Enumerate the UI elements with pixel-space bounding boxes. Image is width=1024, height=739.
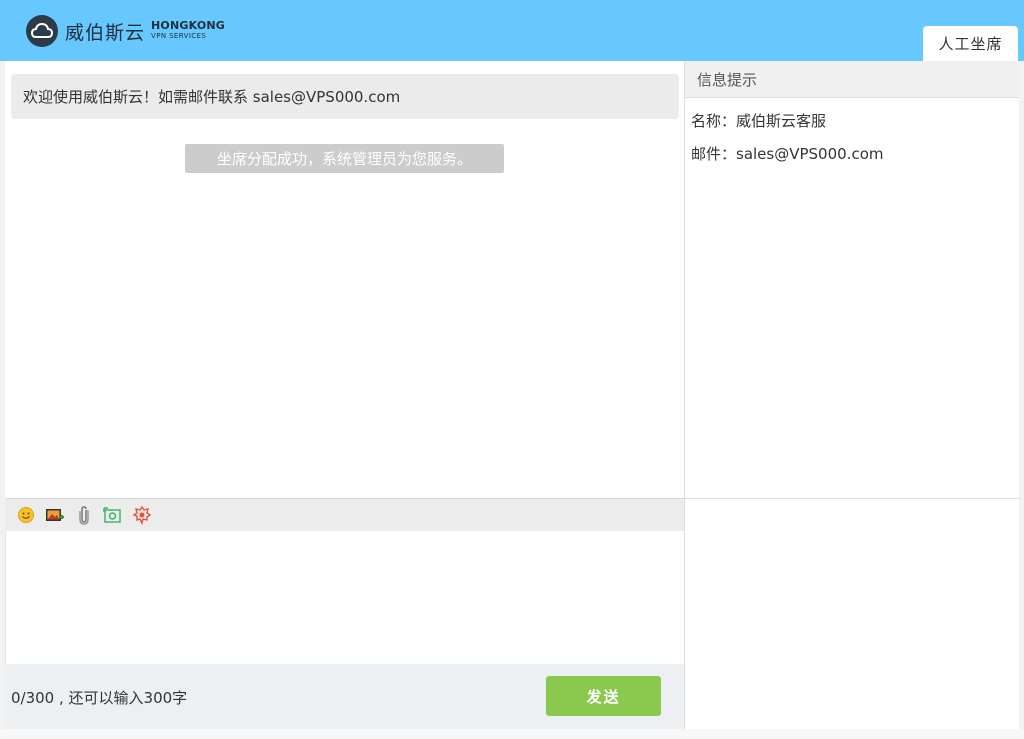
- brand-subtitle: HONGKONG VPN SERVICES: [151, 19, 226, 41]
- bottom-frame: [0, 729, 1024, 739]
- rate-icon[interactable]: [132, 505, 152, 525]
- attachment-icon[interactable]: [74, 505, 94, 525]
- char-counter: 0/300 , 还可以输入300字: [11, 689, 188, 707]
- message-input[interactable]: [6, 531, 684, 664]
- cloud-logo-icon: [26, 15, 58, 47]
- info-panel-title: 信息提示: [685, 61, 1019, 98]
- image-icon[interactable]: [45, 505, 65, 525]
- chat-panel: 欢迎使用威伯斯云！如需邮件联系 sales@VPS000.com 坐席分配成功，…: [5, 61, 685, 729]
- message-list[interactable]: 欢迎使用威伯斯云！如需邮件联系 sales@VPS000.com 坐席分配成功，…: [5, 61, 685, 498]
- composer-toolbar: [5, 498, 685, 531]
- message-input-area[interactable]: [5, 531, 685, 664]
- screenshot-icon[interactable]: [103, 505, 123, 525]
- welcome-text: 欢迎使用威伯斯云！如需邮件联系 sales@VPS000.com: [23, 88, 401, 106]
- header-bar: 威伯斯云 HONGKONG VPN SERVICES 人工坐席: [0, 0, 1024, 61]
- brand-name: 威伯斯云: [65, 21, 146, 44]
- brand-logo: 威伯斯云 HONGKONG VPN SERVICES: [26, 15, 225, 47]
- info-title: 信息提示: [697, 70, 758, 89]
- tab-human-agent[interactable]: 人工坐席: [923, 26, 1018, 61]
- brand-sub-line1: HONGKONG: [151, 19, 226, 32]
- info-panel: 信息提示 名称：威伯斯云客服 邮件：sales@VPS000.com: [684, 61, 1020, 729]
- send-button[interactable]: 发送: [546, 676, 661, 716]
- info-email: 邮件：sales@VPS000.com: [691, 145, 884, 163]
- composer-footer: 0/300 , 还可以输入300字 发送: [5, 664, 685, 729]
- welcome-message: 欢迎使用威伯斯云！如需邮件联系 sales@VPS000.com: [11, 74, 679, 119]
- emoji-icon[interactable]: [16, 505, 36, 525]
- info-name: 名称：威伯斯云客服: [691, 112, 827, 130]
- brand-sub-line2: VPN SERVICES: [151, 32, 207, 40]
- system-message: 坐席分配成功，系统管理员为您服务。: [185, 144, 504, 173]
- info-lower-section: [685, 498, 1020, 729]
